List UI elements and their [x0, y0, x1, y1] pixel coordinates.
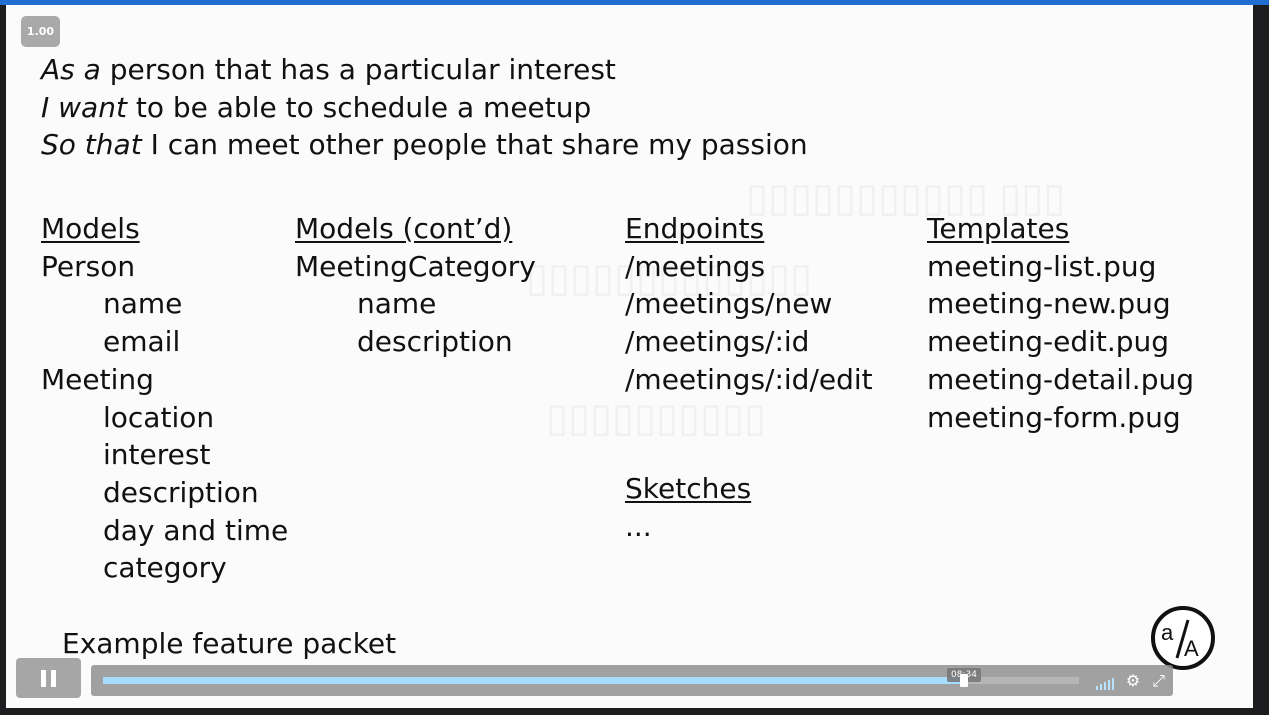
model-field: interest — [103, 438, 211, 472]
story-line: So that I can meet other people that sha… — [41, 128, 808, 161]
templates-column: Templates meeting-list.pug meeting-new.p… — [927, 210, 1194, 436]
models-cont-heading: Models (cont’d) — [295, 212, 513, 245]
sketches-heading: Sketches — [625, 472, 752, 505]
fullscreen-icon[interactable]: ⤢ — [1152, 672, 1165, 690]
model-field: category — [103, 551, 227, 585]
svg-text:A: A — [1184, 636, 1199, 661]
sketches-text: ... — [625, 509, 652, 543]
endpoints-column: Endpoints /meetings /meetings/new /meeti… — [625, 210, 873, 399]
app-academy-logo: a A — [1151, 606, 1215, 670]
model-name: Meeting — [41, 362, 154, 396]
svg-text:a: a — [1161, 620, 1174, 645]
slide-caption: Example feature packet — [62, 627, 397, 660]
playback-speed-badge[interactable]: 1.00 — [21, 16, 60, 47]
pause-icon — [51, 670, 56, 687]
story-line: I want to be able to schedule a meetup — [41, 90, 592, 124]
model-field: name — [103, 287, 183, 321]
ghost-text: ▯▯▯▯▯▯▯▯▯▯ — [546, 396, 767, 440]
player-controls: 08:34 ⚙ ⤢ — [91, 665, 1173, 696]
model-field: location — [103, 400, 215, 434]
story-line: As a person that has a particular intere… — [41, 53, 616, 86]
endpoint-item: /meetings/:id — [625, 325, 810, 359]
templates-heading: Templates — [927, 212, 1070, 245]
endpoint-item: /meetings — [625, 249, 766, 283]
progress-thumb[interactable] — [960, 674, 968, 687]
progress-fill — [103, 677, 964, 684]
endpoints-heading: Endpoints — [625, 212, 765, 245]
template-item: meeting-edit.pug — [927, 325, 1170, 359]
pause-button[interactable] — [16, 658, 81, 698]
endpoint-item: /meetings/:id/edit — [625, 362, 873, 396]
model-field: day and time — [103, 513, 289, 547]
volume-icon[interactable] — [1095, 674, 1114, 690]
model-name: Person — [41, 249, 136, 283]
sketches-section: Sketches ... — [625, 470, 751, 545]
models-heading: Models — [41, 212, 140, 245]
model-field: description — [103, 475, 259, 509]
video-frame[interactable]: ▯▯▯▯▯▯▯▯▯▯▯ ▯▯▯ ▯▯▯▯▯▯▯▯▯▯▯▯▯ ▯▯▯▯▯▯▯▯▯▯… — [6, 5, 1253, 708]
models-cont-column: Models (cont’d) MeetingCategory name des… — [295, 210, 536, 361]
template-item: meeting-form.pug — [927, 400, 1181, 434]
model-name: MeetingCategory — [295, 249, 536, 283]
template-item: meeting-detail.pug — [927, 362, 1194, 396]
gear-icon[interactable]: ⚙ — [1126, 672, 1140, 690]
control-icons: ⚙ ⤢ — [1095, 672, 1165, 690]
template-item: meeting-new.pug — [927, 287, 1171, 321]
pause-icon — [41, 670, 46, 687]
progress-track[interactable]: 08:34 — [103, 668, 1079, 687]
endpoint-item: /meetings/new — [625, 287, 833, 321]
model-field: description — [357, 325, 513, 359]
logo-icon: a A — [1161, 619, 1199, 661]
template-item: meeting-list.pug — [927, 249, 1157, 283]
user-story: As a person that has a particular intere… — [41, 51, 808, 164]
model-field: email — [103, 325, 181, 359]
models-column: Models Person name email Meeting locatio… — [41, 210, 288, 587]
model-field: name — [357, 287, 437, 321]
